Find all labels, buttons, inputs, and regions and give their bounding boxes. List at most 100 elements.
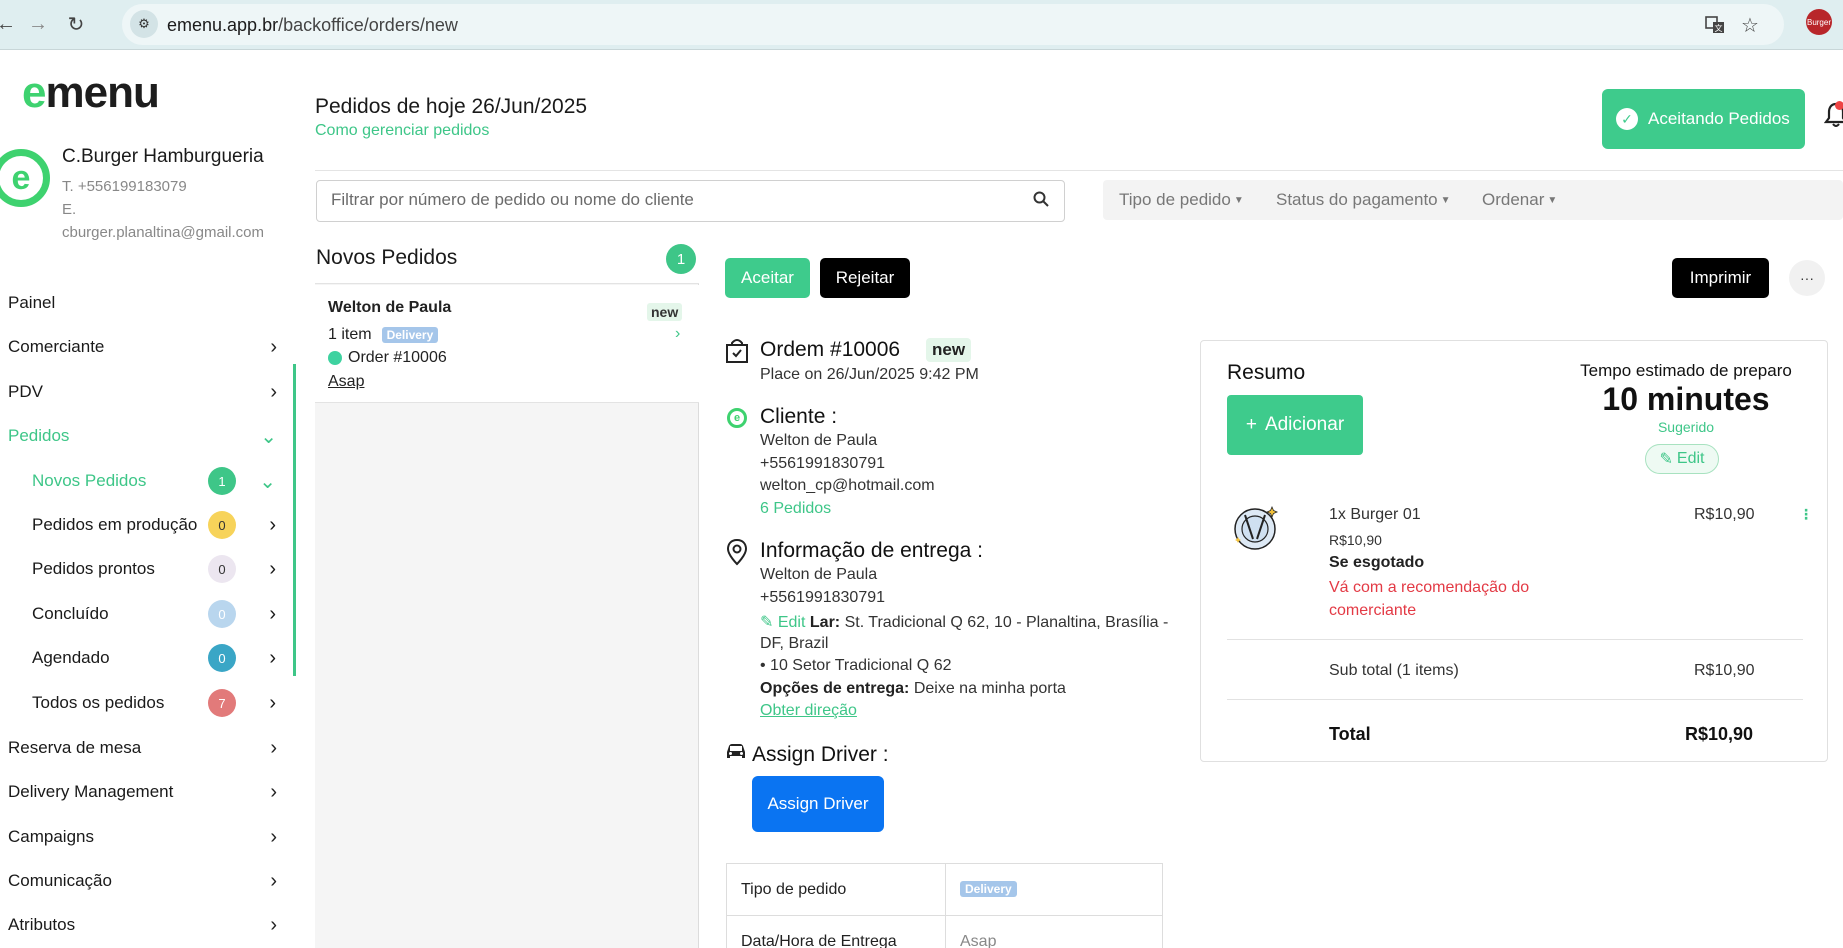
reject-button[interactable]: Rejeitar <box>820 258 910 298</box>
table-cell: Tipo de pedido <box>726 863 946 916</box>
table-row: Tipo de pedido Delivery <box>726 863 1163 916</box>
item-menu-icon[interactable]: ⋮ <box>1799 506 1813 523</box>
edit-address-link[interactable]: ✎ Edit <box>760 614 805 631</box>
sidebar-item-pedidos[interactable]: Pedidos ⌄ <box>8 416 283 456</box>
table-cell: Data/Hora de Entrega <box>726 915 946 948</box>
accepting-orders-toggle[interactable]: ✓ Aceitando Pedidos <box>1602 89 1805 149</box>
reload-button[interactable]: ↻ <box>62 10 90 38</box>
sidebar-item-novos-pedidos[interactable]: Novos Pedidos 1 ⌄ <box>32 461 280 501</box>
accept-button[interactable]: Aceitar <box>725 258 810 298</box>
table-row: Data/Hora de Entrega Asap <box>726 915 1163 948</box>
prep-time-value: 10 minutes <box>1602 381 1770 417</box>
sidebar-item-painel[interactable]: Painel <box>8 283 283 323</box>
emenu-logo[interactable]: emenu <box>22 68 160 118</box>
sidebar-item-todos-os-pedidos[interactable]: Todos os pedidos 7 › <box>32 683 280 723</box>
chevron-right-icon: › <box>270 335 277 358</box>
table-cell: Delivery <box>945 863 1163 916</box>
help-link[interactable]: Como gerenciar pedidos <box>315 122 489 140</box>
address-bar[interactable]: ⚙ emenu.app.br/backoffice/orders/new 文 ☆ <box>122 4 1784 45</box>
client-orders-link[interactable]: 6 Pedidos <box>760 500 831 518</box>
delivery-address: ✎ Edit Lar: St. Tradicional Q 62, 10 - P… <box>760 614 1169 631</box>
chevron-right-icon: › <box>270 736 277 759</box>
car-icon <box>725 743 747 767</box>
search-box <box>316 180 1065 222</box>
total-value: R$10,90 <box>1685 724 1754 744</box>
add-item-button[interactable]: + Adicionar <box>1227 395 1363 455</box>
profile-avatar[interactable]: Burger <box>1806 9 1832 35</box>
status-dot <box>328 351 342 365</box>
count-badge: 0 <box>208 644 236 672</box>
site-settings-icon[interactable]: ⚙ <box>130 10 158 38</box>
back-button[interactable]: ← <box>0 10 20 38</box>
store-email: cburger.planaltina@gmail.com <box>62 224 264 241</box>
item-note-text: Vá com a recomendação do comerciante <box>1329 579 1530 619</box>
count-badge: 1 <box>208 467 236 495</box>
prep-time-suggested: Sugerido <box>1657 419 1715 435</box>
subtotal-label: Sub total (1 items) <box>1329 662 1459 679</box>
item-note-title: Se esgotado <box>1329 554 1425 571</box>
plus-icon: + <box>1245 414 1257 435</box>
order-number: Order #10006 <box>328 349 447 367</box>
sidebar-item-pedidos-prontos[interactable]: Pedidos prontos 0 › <box>32 549 280 589</box>
delivery-tag: Delivery <box>960 881 1017 898</box>
sidebar-item-pedidos-em-producao[interactable]: Pedidos em produção 0 › <box>32 505 280 545</box>
url-text[interactable]: emenu.app.br/backoffice/orders/new <box>167 15 458 36</box>
star-icon[interactable]: ☆ <box>1737 13 1763 37</box>
divider <box>1227 699 1803 700</box>
assign-driver-heading: Assign Driver : <box>752 743 889 766</box>
sort-filter[interactable]: Ordenar ▼ <box>1482 190 1557 210</box>
notification-dot <box>1835 101 1843 110</box>
sidebar-item-comerciante[interactable]: Comerciante › <box>8 327 283 367</box>
orders-count-badge: 1 <box>666 244 696 274</box>
payment-status-filter[interactable]: Status do pagamento ▼ <box>1276 190 1451 210</box>
assign-driver-button[interactable]: Assign Driver <box>752 776 884 832</box>
location-pin-icon <box>725 538 749 573</box>
sidebar-item-reserva-de-mesa[interactable]: Reserva de mesa › <box>8 728 283 768</box>
sidebar-item-agendado[interactable]: Agendado 0 › <box>32 638 280 678</box>
edit-prep-time-button[interactable]: ✎ Edit <box>1645 444 1719 474</box>
customer-icon: e <box>727 408 747 428</box>
check-icon: ✓ <box>1616 108 1638 130</box>
chevron-right-icon: › <box>269 513 276 536</box>
status-badge: new <box>926 338 972 362</box>
shopping-bag-icon <box>725 338 749 371</box>
delivery-options: Opções de entrega: Deixe na minha porta <box>760 680 1066 697</box>
sidebar-item-concluido[interactable]: Concluído 0 › <box>32 594 280 634</box>
subtotal-value: R$10,90 <box>1694 662 1755 679</box>
divider <box>1227 639 1803 640</box>
store-phone: T. +556199183079 <box>62 178 187 195</box>
svg-text:文: 文 <box>1715 23 1723 33</box>
print-button[interactable]: Imprimir <box>1672 258 1769 298</box>
status-badge: new <box>647 303 683 321</box>
delivery-heading: Informação de entrega : <box>760 539 983 562</box>
caret-down-icon: ▼ <box>1440 195 1451 207</box>
chevron-right-icon: › <box>270 913 277 936</box>
sidebar: emenu e C.Burger Hamburgueria T. +556199… <box>0 51 296 948</box>
sidebar-item-delivery-management[interactable]: Delivery Management › <box>8 772 283 812</box>
forward-button[interactable]: → <box>24 10 52 38</box>
filter-bar: Tipo de pedido ▼ Status do pagamento ▼ Ord… <box>1103 180 1843 220</box>
search-input[interactable] <box>331 190 1011 210</box>
sidebar-item-pdv[interactable]: PDV › <box>8 372 283 412</box>
caret-down-icon: ▼ <box>1547 195 1558 207</box>
store-email-label: E. <box>62 201 77 218</box>
caret-down-icon: ▼ <box>1233 195 1244 207</box>
orders-list-title: Novos Pedidos <box>316 246 458 269</box>
directions-link[interactable]: Obter direção <box>760 702 857 720</box>
more-options-button[interactable]: ··· <box>1789 260 1825 296</box>
translate-icon[interactable]: 文 <box>1702 13 1728 37</box>
orders-list-header: Novos Pedidos 1 <box>315 232 699 284</box>
browser-toolbar: ← → ↻ ⚙ emenu.app.br/backoffice/orders/n… <box>0 0 1843 50</box>
sidebar-item-atributos[interactable]: Atributos › <box>8 905 283 945</box>
search-icon[interactable] <box>1033 191 1049 212</box>
order-time: Asap <box>328 373 365 390</box>
delivery-phone: +5561991830791 <box>760 589 886 606</box>
sidebar-item-campaigns[interactable]: Campaigns › <box>8 817 283 857</box>
order-customer-name: Welton de Paula <box>328 299 452 316</box>
sidebar-item-comunicacao[interactable]: Comunicação › <box>8 861 283 901</box>
chevron-right-icon: › <box>270 780 277 803</box>
chevron-right-icon: › <box>269 557 276 580</box>
order-card[interactable]: Welton de Paula new 1 item Delivery › Ord… <box>315 285 699 403</box>
order-type-filter[interactable]: Tipo de pedido ▼ <box>1119 190 1244 210</box>
pencil-icon: ✎ <box>760 614 774 631</box>
